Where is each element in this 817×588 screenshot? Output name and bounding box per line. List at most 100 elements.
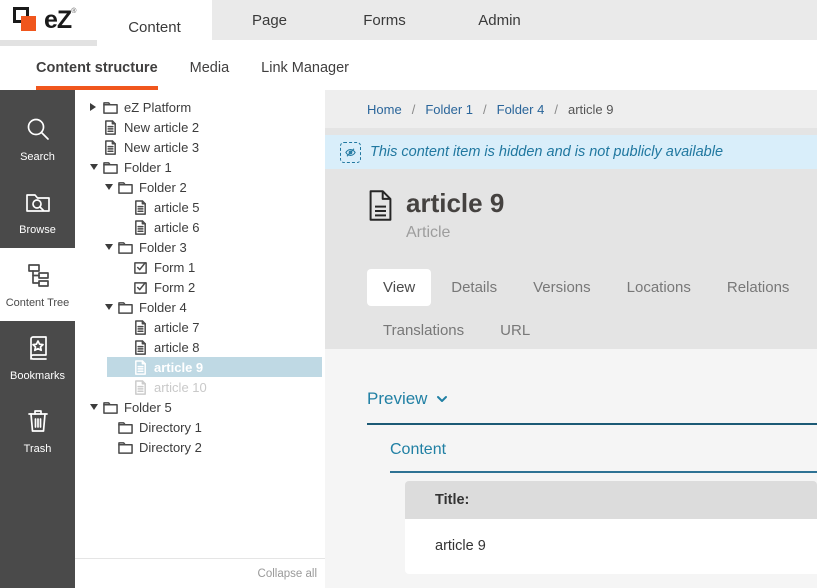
article-icon <box>103 140 124 155</box>
main-nav-tab-page[interactable]: Page <box>212 0 327 40</box>
main-nav-tab-content[interactable]: Content <box>97 0 212 55</box>
main-content: Home/Folder 1/Folder 4/article 9 This co… <box>325 90 817 588</box>
tab-versions[interactable]: Versions <box>517 269 607 306</box>
expander-expanded-icon[interactable] <box>105 244 118 250</box>
fields-table: Title:article 9 <box>405 481 817 574</box>
ez-logo[interactable]: eZ ® <box>0 0 97 40</box>
sidebar-item-trash[interactable]: Trash <box>0 394 75 467</box>
tab-view[interactable]: View <box>367 269 431 306</box>
tree-item-article-9[interactable]: article 9 <box>75 357 325 377</box>
tree-item-article-10[interactable]: article 10 <box>75 377 325 397</box>
sidebar-item-label: Browse <box>19 224 56 236</box>
tree-item-article-8[interactable]: article 8 <box>75 337 325 357</box>
sidebar-item-label: Search <box>20 151 55 163</box>
tree-item-label: article 10 <box>154 380 207 395</box>
article-icon <box>133 360 154 375</box>
tree-item-label: New article 2 <box>124 120 199 135</box>
tab-url[interactable]: URL <box>484 312 546 349</box>
subnav-tab-media[interactable]: Media <box>190 60 230 90</box>
ez-logo-icon <box>13 7 39 34</box>
tree-item-folder-5[interactable]: Folder 5 <box>75 397 325 417</box>
article-icon <box>133 380 154 395</box>
tree-item-folder-3[interactable]: Folder 3 <box>75 237 325 257</box>
preview-section-header[interactable]: Preview <box>367 389 817 425</box>
expander-expanded-icon[interactable] <box>105 184 118 190</box>
breadcrumb: Home / Folder 1 / Folder 4 / article 9 <box>325 90 817 128</box>
article-icon <box>133 320 154 335</box>
expander-collapsed-icon[interactable] <box>90 103 103 111</box>
tree-item-label: Folder 1 <box>124 160 172 175</box>
field-value: article 9 <box>405 519 817 574</box>
tree-item-form-1[interactable]: Form 1 <box>75 257 325 277</box>
tree-item-label: eZ Platform <box>124 100 191 115</box>
form-icon <box>133 260 154 275</box>
search-icon <box>24 115 52 146</box>
tree-item-directory-2[interactable]: Directory 2 <box>75 437 325 457</box>
chevron-down-icon <box>436 393 448 405</box>
main-nav-tab-forms[interactable]: Forms <box>327 0 442 40</box>
tree-item-article-7[interactable]: article 7 <box>75 317 325 337</box>
tree-item-folder-2[interactable]: Folder 2 <box>75 177 325 197</box>
folder-icon <box>118 300 139 315</box>
breadcrumb-article-9: article 9 <box>568 102 614 117</box>
tree-footer: Collapse all <box>75 558 325 588</box>
tree-item-label: Folder 5 <box>124 400 172 415</box>
tree-item-ez-platform[interactable]: eZ Platform <box>75 97 325 117</box>
bookmarks-icon <box>24 334 52 365</box>
sidebar-item-search[interactable]: Search <box>0 102 75 175</box>
content-section: Content Title:article 9 <box>390 441 817 574</box>
tree-item-form-2[interactable]: Form 2 <box>75 277 325 297</box>
content-header: article 9 Article <box>367 189 817 242</box>
tab-relations[interactable]: Relations <box>711 269 806 306</box>
form-icon <box>133 280 154 295</box>
ez-logo-text: eZ <box>44 6 71 35</box>
tree-item-label: New article 3 <box>124 140 199 155</box>
browse-icon <box>24 188 52 219</box>
tab-locations[interactable]: Locations <box>611 269 707 306</box>
eye-off-icon <box>340 142 361 163</box>
tree-item-article-5[interactable]: article 5 <box>75 197 325 217</box>
breadcrumb-separator: / <box>554 102 558 117</box>
article-icon <box>103 120 124 135</box>
breadcrumb-folder-4[interactable]: Folder 4 <box>497 102 545 117</box>
subnav-tab-content-structure[interactable]: Content structure <box>36 60 158 90</box>
expander-expanded-icon[interactable] <box>105 304 118 310</box>
topbar: eZ ® ContentPageFormsAdmin <box>0 0 817 40</box>
collapse-all-button[interactable]: Collapse all <box>258 568 317 580</box>
content-type-label: Article <box>406 224 504 242</box>
tree-item-label: Directory 1 <box>139 420 202 435</box>
tree-item-folder-4[interactable]: Folder 4 <box>75 297 325 317</box>
expander-expanded-icon[interactable] <box>90 164 103 170</box>
sidebar-item-bookmarks[interactable]: Bookmarks <box>0 321 75 394</box>
tab-details[interactable]: Details <box>435 269 513 306</box>
tree-item-article-6[interactable]: article 6 <box>75 217 325 237</box>
main-nav-tab-admin[interactable]: Admin <box>442 0 557 40</box>
content-tree-icon <box>24 261 52 292</box>
tree-item-new-article-2[interactable]: New article 2 <box>75 117 325 137</box>
view-tab-body: Preview Content Title:article 9 <box>325 349 817 588</box>
tree-item-directory-1[interactable]: Directory 1 <box>75 417 325 437</box>
expander-expanded-icon[interactable] <box>90 404 103 410</box>
breadcrumb-separator: / <box>483 102 487 117</box>
breadcrumb-separator: / <box>412 102 416 117</box>
tree-item-label: Folder 3 <box>139 240 187 255</box>
breadcrumb-home[interactable]: Home <box>367 102 402 117</box>
tree-item-label: Folder 2 <box>139 180 187 195</box>
sidebar-item-content-tree[interactable]: Content Tree <box>0 248 75 321</box>
content-section-header: Content <box>390 441 817 473</box>
article-icon <box>133 220 154 235</box>
sidebar-item-browse[interactable]: Browse <box>0 175 75 248</box>
article-icon <box>133 200 154 215</box>
tree-item-new-article-3[interactable]: New article 3 <box>75 137 325 157</box>
main-nav: ContentPageFormsAdmin <box>97 0 557 40</box>
tree-item-folder-1[interactable]: Folder 1 <box>75 157 325 177</box>
article-icon <box>133 340 154 355</box>
content-tree-panel: eZ Platform New article 2 New article 3 Fol… <box>75 90 325 588</box>
folder-icon <box>103 160 124 175</box>
article-type-icon <box>367 189 394 242</box>
folder-icon <box>118 420 139 435</box>
breadcrumb-folder-1[interactable]: Folder 1 <box>425 102 473 117</box>
tree-item-label: Form 1 <box>154 260 195 275</box>
tab-translations[interactable]: Translations <box>367 312 480 349</box>
subnav-tab-link-manager[interactable]: Link Manager <box>261 60 349 90</box>
